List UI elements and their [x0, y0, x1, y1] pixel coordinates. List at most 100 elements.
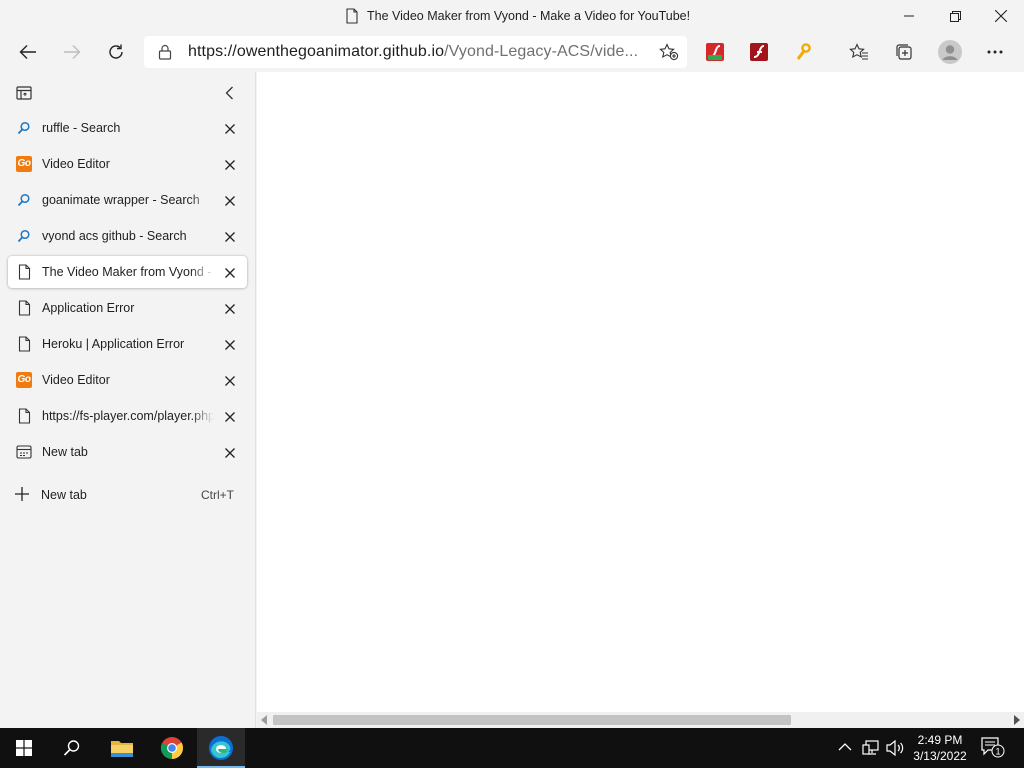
- extension-flash-button[interactable]: [743, 36, 775, 68]
- close-icon: [225, 448, 235, 458]
- close-tab-button[interactable]: [224, 266, 236, 278]
- avatar-icon: [938, 40, 962, 64]
- goanimate-icon: Go: [16, 156, 32, 172]
- tab-item[interactable]: Heroku | Application Error: [8, 328, 247, 360]
- close-icon: [225, 124, 235, 134]
- goanimate-icon: Go: [16, 372, 32, 388]
- restore-icon: [949, 10, 961, 22]
- show-hidden-icons-chevron-icon[interactable]: [838, 742, 852, 752]
- network-icon[interactable]: [862, 740, 880, 756]
- clock-date: 3/13/2022: [913, 749, 967, 763]
- collapse-pane-chevron-icon[interactable]: [222, 85, 238, 101]
- tab-title: Video Editor: [42, 157, 110, 171]
- clock-time: 2:49 PM: [917, 733, 963, 747]
- window-title-text: The Video Maker from Vyond - Make a Vide…: [367, 9, 691, 23]
- close-window-button[interactable]: [978, 0, 1024, 32]
- tab-actions-menu-icon[interactable]: [16, 86, 32, 100]
- tab-item[interactable]: Go Video Editor: [8, 148, 247, 180]
- back-button[interactable]: [12, 36, 44, 68]
- minimize-icon: [904, 15, 914, 17]
- tab-item[interactable]: https://fs-player.com/player.php?: [8, 400, 247, 432]
- favorites-icon: [849, 43, 868, 60]
- tab-item[interactable]: goanimate wrapper - Search: [8, 184, 247, 216]
- new-tab-button[interactable]: New tab Ctrl+T: [8, 480, 247, 508]
- close-icon: [225, 232, 235, 242]
- settings-menu-button[interactable]: [979, 36, 1011, 68]
- close-icon: [225, 376, 235, 386]
- search-icon: [16, 192, 32, 208]
- forward-arrow-icon: [64, 45, 81, 59]
- vertical-tabs-header: [0, 72, 256, 112]
- taskbar-file-explorer[interactable]: [98, 728, 146, 768]
- close-tab-button[interactable]: [224, 230, 236, 242]
- favorites-button[interactable]: [843, 36, 875, 68]
- tab-item[interactable]: ruffle - Search: [8, 112, 247, 144]
- close-icon: [225, 196, 235, 206]
- page-icon: [16, 300, 32, 316]
- close-icon: [225, 160, 235, 170]
- tab-title: The Video Maker from Vyond - Make a Vide…: [42, 265, 214, 279]
- collections-icon: [896, 44, 912, 60]
- extension-ruffle-button[interactable]: [699, 36, 731, 68]
- folder-icon: [111, 741, 133, 757]
- title-bar: The Video Maker from Vyond - Make a Vide…: [0, 0, 1024, 32]
- forward-button[interactable]: [56, 36, 88, 68]
- edge-icon: [209, 736, 233, 760]
- taskbar-search-button[interactable]: [48, 728, 96, 768]
- close-tab-button[interactable]: [224, 374, 236, 386]
- add-favorite-icon[interactable]: [659, 43, 679, 61]
- extension-key-button[interactable]: [787, 36, 819, 68]
- system-clock[interactable]: 2:49 PM 3/13/2022: [904, 732, 976, 764]
- chrome-icon: [160, 737, 183, 759]
- search-icon: [16, 228, 32, 244]
- close-tab-button[interactable]: [224, 446, 236, 458]
- close-tab-button[interactable]: [224, 338, 236, 350]
- refresh-button[interactable]: [100, 36, 132, 68]
- tab-item[interactable]: Application Error: [8, 292, 247, 324]
- new-tab-shortcut: Ctrl+T: [201, 488, 234, 502]
- flash-player-icon: [750, 43, 768, 61]
- volume-icon[interactable]: [886, 740, 904, 756]
- close-tab-button[interactable]: [224, 302, 236, 314]
- minimize-button[interactable]: [886, 0, 932, 32]
- restore-button[interactable]: [932, 0, 978, 32]
- url-text[interactable]: https://owenthegoanimator.github.io/Vyon…: [188, 43, 643, 61]
- goanimate-logo: Go: [16, 372, 32, 388]
- notification-count: 1: [995, 747, 1000, 757]
- tab-title: vyond acs github - Search: [42, 229, 187, 243]
- horizontal-scrollbar[interactable]: [257, 712, 1024, 728]
- address-bar[interactable]: https://owenthegoanimator.github.io/Vyon…: [144, 36, 687, 68]
- action-center-button[interactable]: 1: [980, 736, 1006, 763]
- scroll-left-arrow-icon[interactable]: [261, 715, 267, 725]
- lock-icon[interactable]: [158, 44, 172, 60]
- page-content[interactable]: [257, 72, 1024, 712]
- scroll-right-arrow-icon[interactable]: [1014, 715, 1020, 725]
- close-tab-button[interactable]: [224, 122, 236, 134]
- close-tab-button[interactable]: [224, 194, 236, 206]
- browser-toolbar: https://owenthegoanimator.github.io/Vyon…: [0, 32, 1024, 91]
- taskbar-chrome[interactable]: [148, 728, 196, 768]
- close-icon: [225, 268, 235, 278]
- tab-item[interactable]: Go Video Editor: [8, 364, 247, 396]
- close-icon: [225, 412, 235, 422]
- taskbar-edge[interactable]: [197, 728, 245, 768]
- profile-button[interactable]: [934, 36, 966, 68]
- more-options-icon: [987, 50, 1003, 54]
- goanimate-logo: Go: [16, 156, 32, 172]
- start-button[interactable]: [0, 728, 48, 768]
- close-tab-button[interactable]: [224, 410, 236, 422]
- tab-item[interactable]: New tab: [8, 436, 247, 468]
- collections-button[interactable]: [888, 36, 920, 68]
- notification-icon: 1: [981, 737, 1005, 758]
- tab-item[interactable]: vyond acs github - Search: [8, 220, 247, 252]
- window-title: The Video Maker from Vyond - Make a Vide…: [345, 7, 690, 25]
- tab-title: https://fs-player.com/player.php?: [42, 409, 214, 423]
- scrollbar-thumb[interactable]: [273, 715, 791, 725]
- close-icon: [995, 10, 1007, 22]
- windows-taskbar: 2:49 PM 3/13/2022 1: [0, 728, 1024, 768]
- page-icon: [16, 336, 32, 352]
- tab-title: Application Error: [42, 301, 135, 315]
- tab-item[interactable]: The Video Maker from Vyond - Make a Vide…: [8, 256, 247, 288]
- tab-title: New tab: [42, 445, 88, 459]
- close-tab-button[interactable]: [224, 158, 236, 170]
